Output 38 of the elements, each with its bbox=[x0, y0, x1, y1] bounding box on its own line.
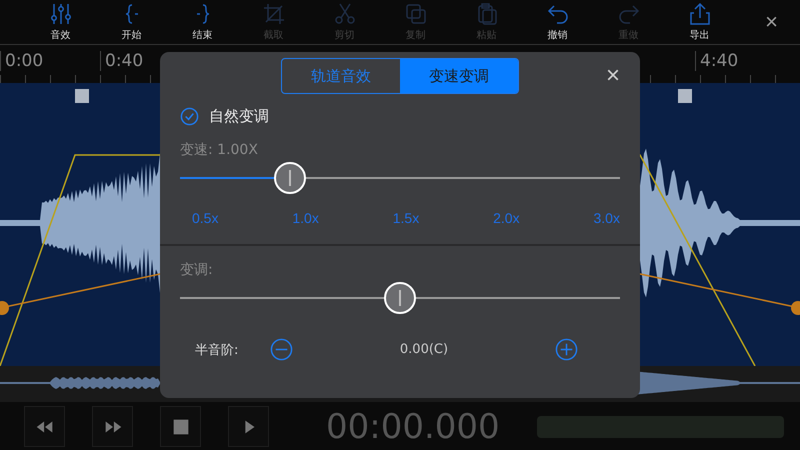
speed-label: 变速: 1.00X bbox=[180, 141, 258, 159]
tab[interactable]: 轨道音效 bbox=[282, 59, 400, 93]
timeline-label: 0:40 bbox=[100, 51, 144, 71]
speed-preset[interactable]: 2.0x bbox=[493, 210, 520, 226]
semitone-value: 0.00(C) bbox=[398, 342, 450, 357]
checkbox-label: 自然变调 bbox=[209, 107, 269, 126]
copy-icon bbox=[404, 2, 428, 26]
checkbox[interactable] bbox=[180, 107, 199, 126]
stop-button[interactable] bbox=[160, 406, 201, 447]
timeline-label: 4:40 bbox=[695, 51, 738, 71]
scissors-icon bbox=[332, 2, 356, 26]
tab[interactable]: 变速变调 bbox=[400, 59, 518, 93]
time-display: 00:00.000 bbox=[326, 406, 500, 446]
speed-preset[interactable]: 3.0x bbox=[594, 210, 620, 226]
timeline-label: 0:00 bbox=[0, 51, 44, 71]
speed-preset[interactable]: 0.5x bbox=[192, 210, 218, 226]
toolbar-button[interactable]: 音效 bbox=[25, 2, 96, 42]
toolbar-button[interactable]: 开始 bbox=[96, 2, 167, 42]
close-button[interactable]: × bbox=[765, 11, 778, 33]
fast-forward-button[interactable] bbox=[92, 406, 133, 447]
crop-icon bbox=[262, 2, 286, 26]
slider-thumb[interactable] bbox=[274, 162, 306, 194]
semitone-label: 半音阶: bbox=[195, 342, 240, 358]
pitch-slider[interactable] bbox=[180, 281, 620, 315]
play-button[interactable] bbox=[228, 406, 269, 447]
minus-icon[interactable] bbox=[270, 338, 293, 361]
toolbar-button[interactable]: 撤销 bbox=[522, 2, 593, 42]
rewind-button[interactable] bbox=[24, 406, 65, 447]
speed-slider[interactable] bbox=[180, 161, 620, 195]
speed-preset[interactable]: 1.0x bbox=[292, 210, 319, 226]
close-button[interactable]: × bbox=[606, 64, 620, 88]
slider-thumb[interactable] bbox=[384, 282, 416, 314]
toolbar-button[interactable]: 结束 bbox=[167, 2, 238, 42]
toolbar-button[interactable]: 导出 bbox=[664, 2, 735, 42]
speed-preset[interactable]: 1.5x bbox=[392, 210, 420, 226]
share-icon bbox=[688, 2, 712, 26]
plus-icon[interactable] bbox=[555, 338, 578, 361]
pitch-label: 变调: bbox=[180, 261, 213, 279]
